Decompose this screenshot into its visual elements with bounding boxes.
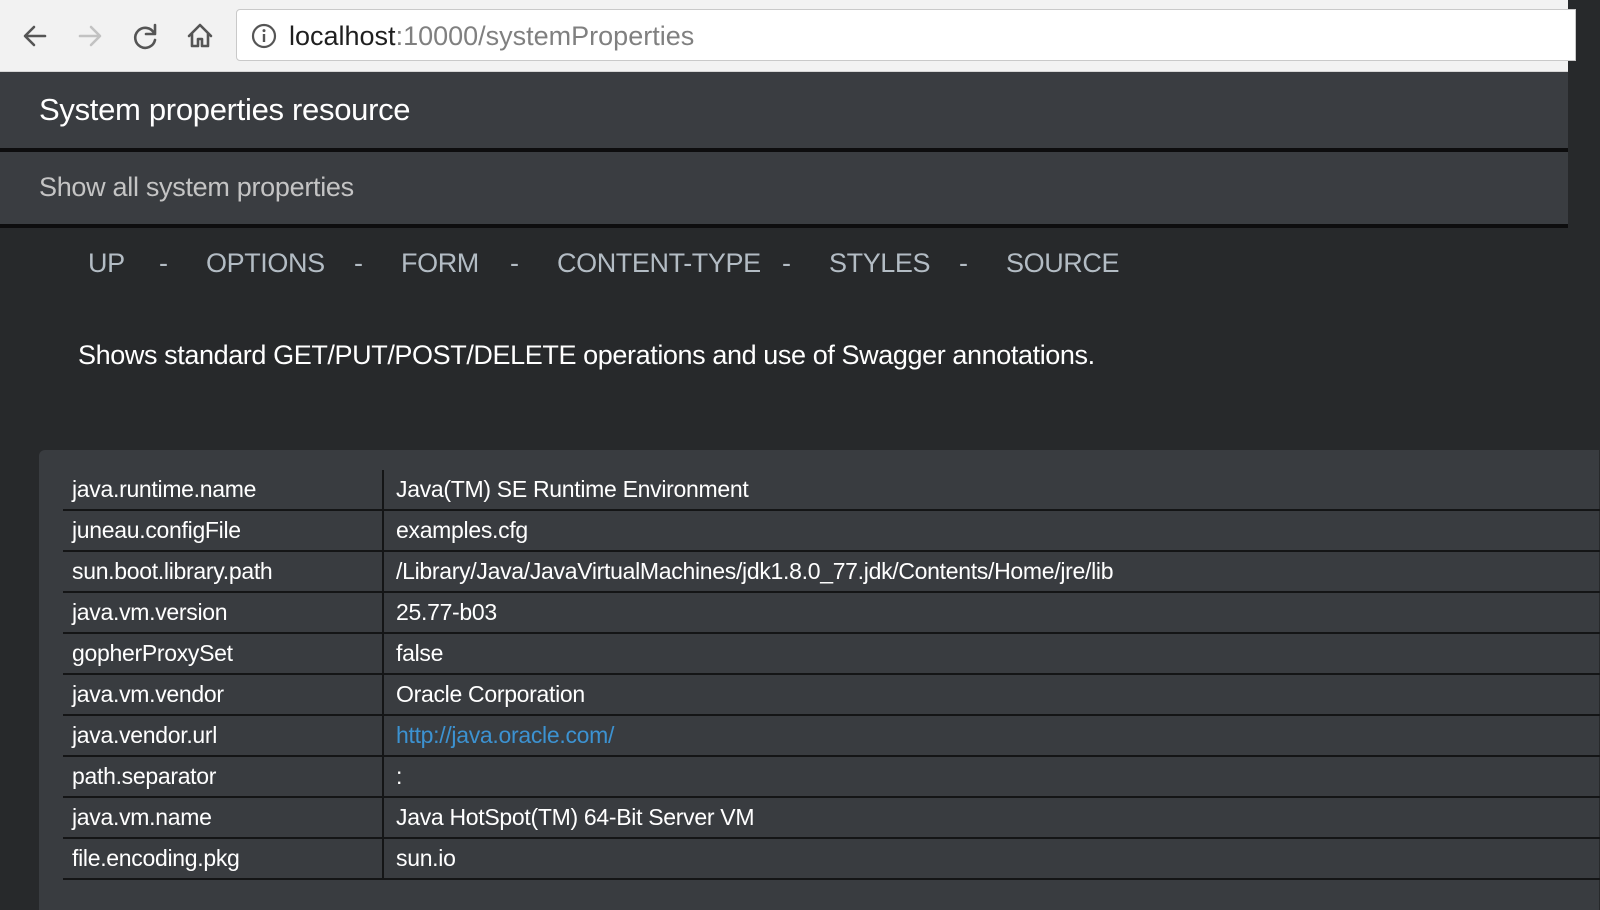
property-key: java.vm.vendor <box>63 674 384 716</box>
nav-link-up[interactable]: UP <box>88 248 125 279</box>
nav-link-options[interactable]: OPTIONS <box>206 248 325 279</box>
property-value: /Library/Java/JavaVirtualMachines/jdk1.8… <box>383 551 1600 593</box>
vendor-url-link[interactable]: http://java.oracle.com/ <box>396 722 614 748</box>
nav-link-styles[interactable]: STYLES <box>829 248 931 279</box>
property-value-cell: http://java.oracle.com/ <box>383 715 1600 757</box>
property-key: juneau.configFile <box>63 510 384 552</box>
table-row: java.vm.vendor Oracle Corporation <box>63 674 1600 716</box>
table-row: java.vendor.url http://java.oracle.com/ <box>63 715 1600 757</box>
table-row: gopherProxySet false <box>63 633 1600 675</box>
table-row: file.encoding.pkg sun.io <box>63 838 1600 880</box>
url-host: localhost <box>289 21 396 51</box>
url-text: localhost:10000/systemProperties <box>289 21 694 51</box>
page-header: System properties resource <box>0 72 1568 148</box>
table-row: path.separator : <box>63 756 1600 798</box>
table-row: java.vm.name Java HotSpot(TM) 64-Bit Ser… <box>63 797 1600 839</box>
property-value: Java(TM) SE Runtime Environment <box>383 470 1600 511</box>
property-value: Java HotSpot(TM) 64-Bit Server VM <box>383 797 1600 839</box>
nav-link-content-type[interactable]: CONTENT-TYPE <box>557 248 761 279</box>
property-value: examples.cfg <box>383 510 1600 552</box>
nav-separator: - <box>782 248 791 278</box>
url-path: :10000/systemProperties <box>395 21 695 51</box>
table-row: sun.boot.library.path /Library/Java/Java… <box>63 551 1600 593</box>
info-icon[interactable] <box>251 23 277 54</box>
intro-text: Shows standard GET/PUT/POST/DELETE opera… <box>78 340 1095 370</box>
property-value: false <box>383 633 1600 675</box>
property-value: Oracle Corporation <box>383 674 1600 716</box>
property-key: path.separator <box>63 756 384 798</box>
address-bar[interactable]: localhost:10000/systemProperties <box>236 9 1576 61</box>
page-subheader: Show all system properties <box>0 152 1568 224</box>
property-value: sun.io <box>383 838 1600 880</box>
property-key: gopherProxySet <box>63 633 384 675</box>
property-key: java.runtime.name <box>63 470 384 511</box>
nav-link-source[interactable]: SOURCE <box>1006 248 1120 279</box>
home-button[interactable] <box>182 18 218 54</box>
table-row: java.runtime.name Java(TM) SE Runtime En… <box>63 470 1600 511</box>
forward-button[interactable] <box>72 18 108 54</box>
arrow-left-icon <box>20 21 50 51</box>
property-key: java.vm.version <box>63 592 384 634</box>
browser-toolbar: localhost:10000/systemProperties <box>0 0 1576 72</box>
arrow-right-icon <box>75 21 105 51</box>
nav-links: UP - OPTIONS - FORM - CONTENT-TYPE - STY… <box>0 248 1568 282</box>
back-button[interactable] <box>17 18 53 54</box>
table-row: java.vm.version 25.77-b03 <box>63 592 1600 634</box>
reload-icon <box>130 21 160 51</box>
property-key: sun.boot.library.path <box>63 551 384 593</box>
property-value: : <box>383 756 1600 798</box>
nav-link-form[interactable]: FORM <box>401 248 479 279</box>
properties-table: java.runtime.name Java(TM) SE Runtime En… <box>63 470 1600 880</box>
nav-separator: - <box>354 248 363 278</box>
property-value: 25.77-b03 <box>383 592 1600 634</box>
property-key: file.encoding.pkg <box>63 838 384 880</box>
property-key: java.vm.name <box>63 797 384 839</box>
property-key: java.vendor.url <box>63 715 384 757</box>
nav-separator: - <box>159 248 168 278</box>
page-title: System properties resource <box>39 92 411 127</box>
subheader-divider <box>0 224 1568 228</box>
table-row: juneau.configFile examples.cfg <box>63 510 1600 552</box>
page-description: Show all system properties <box>39 172 354 202</box>
properties-panel: java.runtime.name Java(TM) SE Runtime En… <box>39 450 1600 910</box>
home-icon <box>185 21 215 51</box>
reload-button[interactable] <box>127 18 163 54</box>
nav-separator: - <box>510 248 519 278</box>
nav-separator: - <box>959 248 968 278</box>
